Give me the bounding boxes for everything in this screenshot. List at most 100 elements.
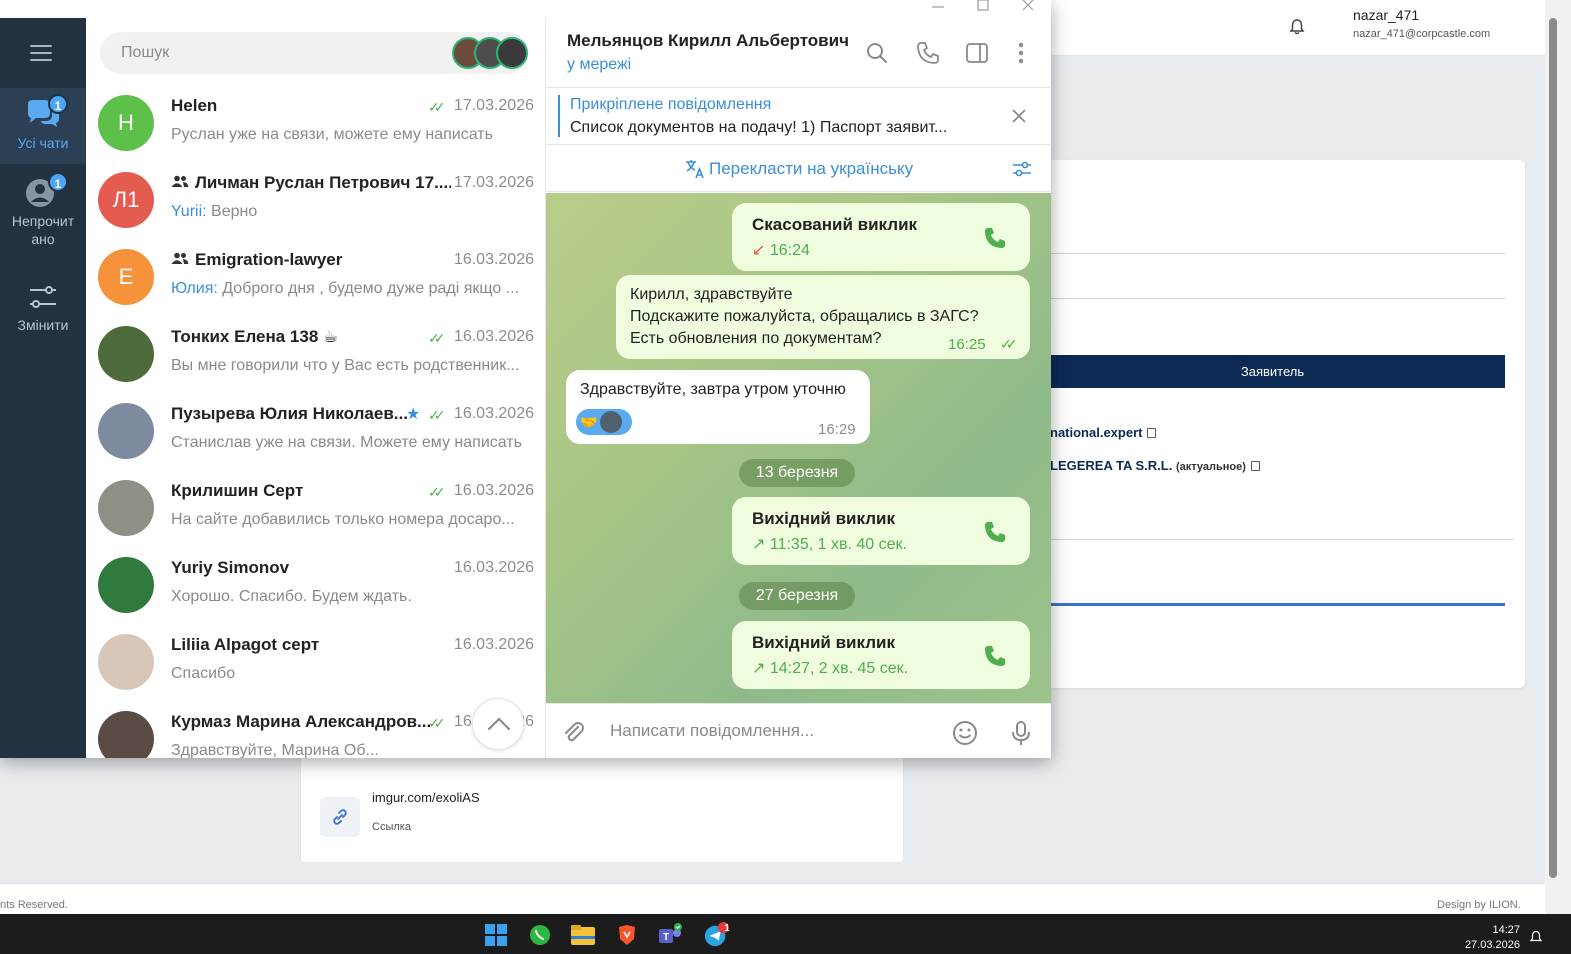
message-time: 16:25	[948, 336, 986, 353]
maximize-icon[interactable]	[975, 0, 991, 14]
form-field-underline[interactable]	[1040, 253, 1505, 254]
company-link-current[interactable]: LEGEREA TA S.R.L. (актуальное)	[1050, 458, 1260, 473]
chat-list-panel: Пошук H Helen ✓✓ 17.03.2026 Руслан уже на св…	[86, 18, 546, 758]
chat-name-text: Emigration-lawyer	[195, 250, 343, 269]
unread-badge: 1	[48, 172, 68, 192]
form-field-underline[interactable]	[1040, 298, 1505, 299]
close-icon[interactable]	[1011, 108, 1027, 124]
close-window-icon[interactable]	[1020, 0, 1036, 14]
chat-status: у мережі	[567, 56, 632, 73]
preview-text: Спасибо	[171, 665, 236, 682]
taskbar-clock-date[interactable]: 27.03.2026	[1450, 939, 1520, 951]
brave-browser-icon[interactable]	[614, 922, 640, 948]
whatsapp-icon[interactable]	[527, 922, 553, 948]
outgoing-call-arrow-icon: ↗	[752, 660, 766, 677]
outgoing-message[interactable]: Кирилл, здравствуйте Подскажите пожалуйс…	[616, 275, 1030, 359]
attachment-caption: Ссылка	[372, 821, 411, 833]
search-input[interactable]: Пошук	[100, 32, 528, 74]
group-icon	[171, 252, 189, 264]
preview-text: Руслан уже на связи, можете ему написать	[171, 126, 493, 143]
company-link-text[interactable]: LEGEREA TA S.R.L.	[1050, 458, 1172, 473]
bell-icon[interactable]	[1288, 18, 1306, 36]
phone-icon[interactable]	[982, 643, 1008, 669]
chat-list-item[interactable]: Тонких Елена 138 ☕ ✓✓ 16.03.2026 Вы мне гов…	[86, 317, 545, 394]
call-message[interactable]: Вихідний виклик ↗ 14:27, 2 хв. 45 сек.	[732, 621, 1030, 689]
translate-settings-icon[interactable]	[1011, 158, 1033, 180]
company-link-text[interactable]: national.expert	[1050, 425, 1142, 440]
chat-name-text: Крилишин Серт	[171, 481, 304, 500]
chat-preview: Юлия: Доброго дня , будемо дуже раді якщ…	[171, 280, 533, 298]
translate-bar[interactable]: Перекласти на українську	[546, 146, 1051, 192]
chat-list-item[interactable]: Liliia Alpagot серт 16.03.2026 Спасибо	[86, 625, 545, 702]
message-input-placeholder[interactable]: Написати повідомлення...	[610, 721, 814, 741]
taskbar-clock-time[interactable]: 14:27	[1480, 924, 1520, 936]
reaction-chip[interactable]: 🤝	[576, 409, 632, 435]
messages-area[interactable]: Скасований виклик ↙ 16:24 Кирилл, здравс…	[546, 193, 1051, 703]
scroll-to-top-button[interactable]	[472, 698, 524, 750]
chat-header[interactable]: Мельянцов Кирилл Альбертович у мережі	[546, 18, 1051, 88]
chat-preview: Руслан уже на связи, можете ему написать	[171, 126, 533, 144]
hamburger-menu-icon[interactable]	[30, 45, 52, 61]
sidebar-toggle-icon[interactable]	[964, 40, 990, 66]
translate-label[interactable]: Перекласти на українську	[709, 159, 913, 179]
attachment-url[interactable]: imgur.com/exoliAS	[372, 790, 480, 805]
minimize-icon[interactable]	[930, 0, 946, 14]
link-icon	[320, 797, 360, 837]
chats-icon: 1	[24, 94, 68, 132]
call-meta: ↗ 14:27, 2 хв. 45 сек.	[752, 658, 908, 678]
chat-name: Liliia Alpagot серт	[171, 635, 319, 655]
message-composer[interactable]: Написати повідомлення...	[546, 703, 1051, 758]
chat-name-text: Личман Руслан Петрович 17....	[195, 173, 451, 192]
call-message[interactable]: Скасований виклик ↙ 16:24	[732, 203, 1030, 271]
chat-date: 16.03.2026	[453, 405, 534, 422]
chat-list-item[interactable]: Л1 Личман Руслан Петрович 17.... 17.03.202…	[86, 163, 545, 240]
microphone-icon[interactable]	[1007, 719, 1035, 747]
chat-preview: Станислав уже на связи. Можете ему напис…	[171, 434, 533, 452]
file-explorer-icon[interactable]	[570, 922, 596, 948]
phone-call-icon[interactable]	[915, 40, 941, 66]
stories-strip[interactable]	[452, 37, 528, 69]
company-link[interactable]: national.expert	[1050, 425, 1157, 440]
applicant-button[interactable]: Заявитель	[1040, 355, 1505, 388]
phone-icon[interactable]	[982, 225, 1008, 251]
avatar: Л1	[98, 172, 154, 228]
windows-start-icon[interactable]	[483, 922, 509, 948]
notification-icon[interactable]	[1529, 930, 1543, 944]
incoming-message[interactable]: Здравствуйте, завтра утром уточню 🤝 16:2…	[566, 370, 870, 444]
more-options-icon[interactable]	[1008, 40, 1034, 66]
attach-icon[interactable]	[560, 719, 588, 747]
call-title: Вихідний виклик	[752, 509, 895, 528]
call-message[interactable]: Вихідний виклик ↗ 11:35, 1 хв. 40 сек.	[732, 497, 1030, 565]
pinned-accent-bar	[558, 95, 560, 137]
chat-list-item[interactable]: Пузырева Юлия Николаев... ★ ✓✓ 16.03.2026 Ст…	[86, 394, 545, 471]
search-icon[interactable]	[864, 40, 890, 66]
folder-edit[interactable]: Змінити	[0, 270, 86, 346]
star-icon: ★	[406, 406, 421, 423]
avatar	[98, 480, 154, 536]
chat-list-item[interactable]: E Emigration-lawyer 16.03.2026 Юлия: Доброг…	[86, 240, 545, 317]
folder-all-chats[interactable]: 1 Усі чати	[0, 88, 86, 164]
teams-icon[interactable]: T	[657, 922, 683, 948]
unread-person-icon: 1	[24, 172, 68, 210]
folder-unread[interactable]: 1 Непрочит ано	[0, 166, 86, 247]
emoji-icon[interactable]	[951, 719, 979, 747]
chat-list-item[interactable]: Yuriy Simonov 16.03.2026 Хорошо. Спасибо. …	[86, 548, 545, 625]
page-scrollbar-thumb[interactable]	[1549, 18, 1557, 878]
call-time: 11:35, 1 хв. 40 сек.	[769, 536, 907, 553]
phone-icon[interactable]	[982, 519, 1008, 545]
window-titlebar[interactable]	[546, 0, 1051, 18]
chat-title[interactable]: Мельянцов Кирилл Альбертович	[567, 31, 849, 51]
chat-date: 16.03.2026	[453, 636, 534, 653]
story-avatar[interactable]	[496, 37, 528, 69]
chat-list-item[interactable]: Крилишин Серт ✓✓ 16.03.2026 На сайте добави…	[86, 471, 545, 548]
web-user-name[interactable]: nazar_471	[1353, 7, 1419, 23]
preview-text: Хорошо. Спасибо. Будем ждать.	[171, 588, 412, 605]
copy-icon[interactable]	[1250, 461, 1260, 471]
message-time: 16:29	[818, 421, 856, 438]
windows-taskbar	[0, 914, 1571, 954]
chat-date: 16.03.2026	[453, 482, 534, 499]
chat-preview: Хорошо. Спасибо. Будем ждать.	[171, 588, 533, 606]
chat-list-item[interactable]: H Helen ✓✓ 17.03.2026 Руслан уже на связи, м…	[86, 86, 545, 163]
pinned-message[interactable]: Прикріплене повідомлення Список документ…	[546, 88, 1051, 145]
copy-icon[interactable]	[1147, 428, 1157, 438]
